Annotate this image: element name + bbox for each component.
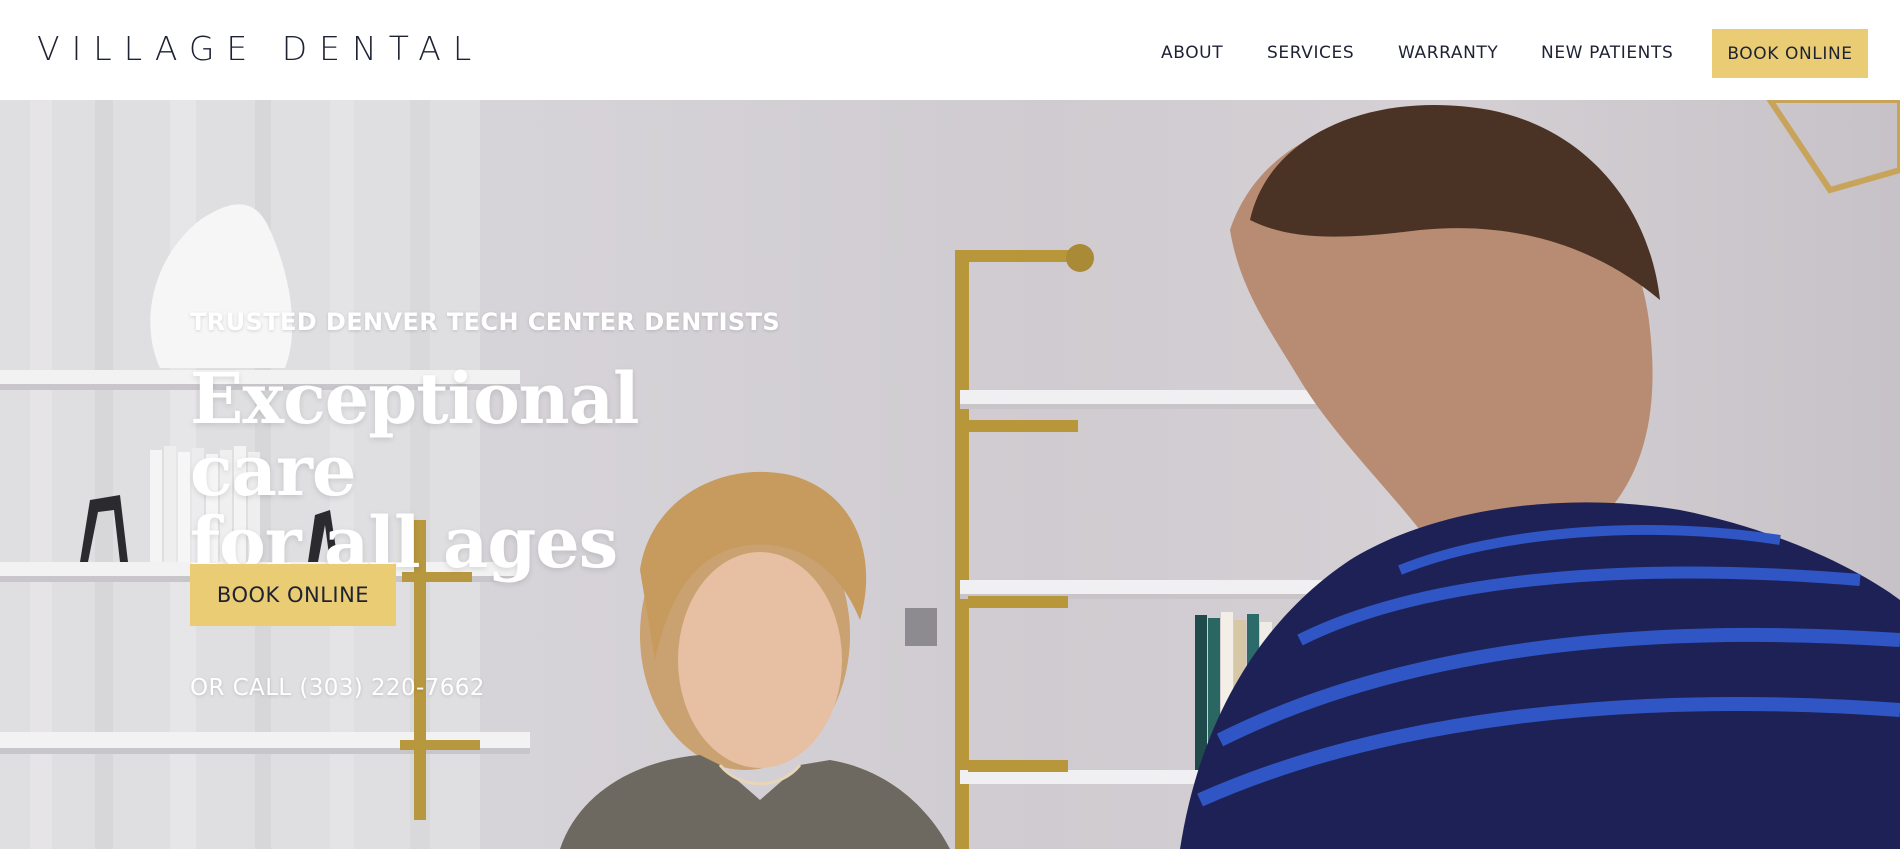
hero-headline-line-1: Exceptional care — [190, 357, 640, 512]
nav-about-link[interactable]: ABOUT — [1161, 43, 1223, 63]
hero-headline: Exceptional care for all ages — [190, 363, 790, 579]
hero-section: TRUSTED DENVER TECH CENTER DENTISTS Exce… — [0, 100, 1900, 849]
header-book-online-button[interactable]: BOOK ONLINE — [1712, 29, 1868, 78]
nav-warranty-link[interactable]: WARRANTY — [1398, 43, 1498, 63]
nav-services-link[interactable]: SERVICES — [1267, 43, 1354, 63]
hero-book-online-button[interactable]: BOOK ONLINE — [190, 564, 396, 626]
nav-new-patients-link[interactable]: NEW PATIENTS — [1541, 43, 1673, 63]
hero-eyebrow: TRUSTED DENVER TECH CENTER DENTISTS — [190, 308, 781, 336]
hero-call-link[interactable]: OR CALL (303) 220-7662 — [190, 675, 485, 701]
site-header: VILLAGE DENTAL ABOUT SERVICES WARRANTY N… — [0, 0, 1900, 100]
main-nav: ABOUT SERVICES WARRANTY NEW PATIENTS BOO… — [0, 0, 1900, 100]
